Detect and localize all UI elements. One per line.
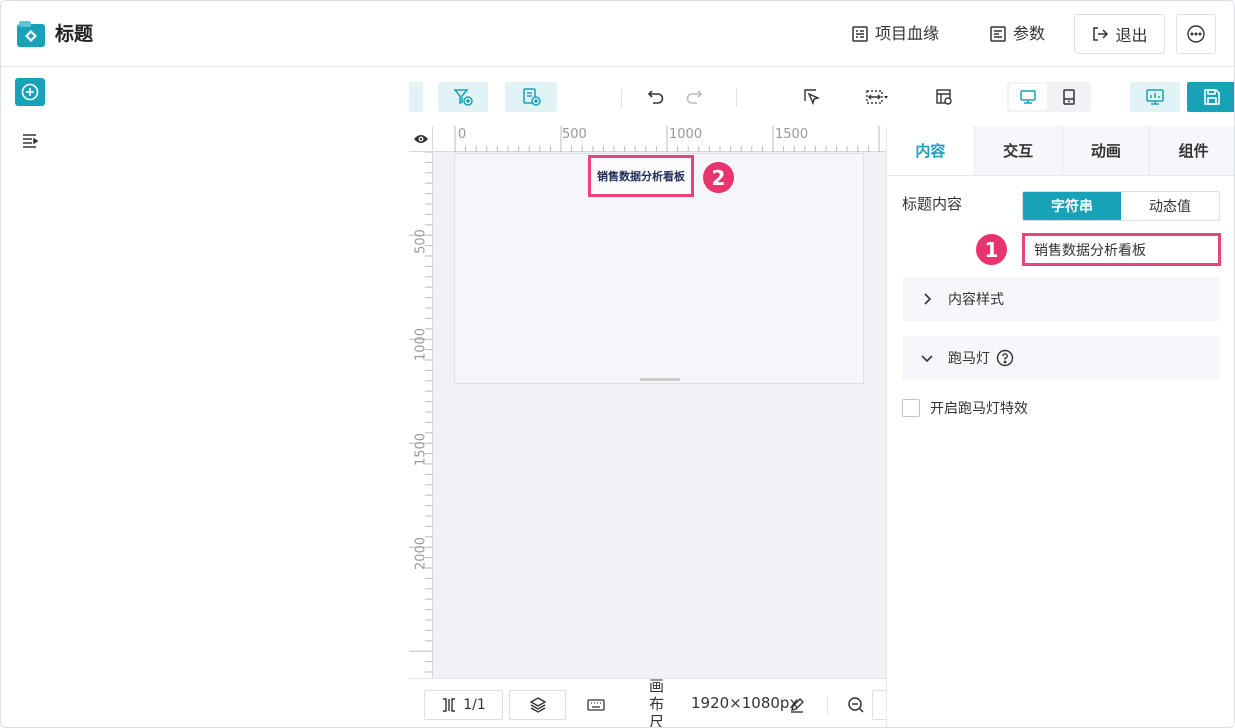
mobile-view-button[interactable] <box>1050 84 1088 110</box>
page-navigator-button[interactable]: 1/1 <box>424 690 503 720</box>
help-circle-icon[interactable] <box>996 349 1014 367</box>
tablet-icon <box>1063 89 1075 105</box>
tab-interaction[interactable]: 交互 <box>973 126 1062 175</box>
value-type-toggle: 字符串 动态值 <box>1022 191 1220 221</box>
ruler-top-label: 0 <box>458 127 467 142</box>
redo-icon <box>686 90 703 104</box>
undo-button[interactable] <box>641 82 671 112</box>
desktop-view-button[interactable] <box>1009 84 1047 110</box>
ruler-left-label: 1000 <box>413 327 429 362</box>
align-distribute-icon <box>866 90 888 104</box>
properties-tabs: 内容 交互 动画 组件 <box>887 126 1234 176</box>
marquee-checkbox[interactable] <box>902 399 920 417</box>
preview-screen-icon <box>1146 89 1164 105</box>
canvas-area[interactable]: 0 500 1000 1500 500 1000 1500 2000 销售数据分… <box>409 126 886 678</box>
chevron-down-icon <box>921 355 933 363</box>
exit-button[interactable]: 退出 <box>1074 14 1165 54</box>
canvas-bottom-bar: 1/1 画布尺寸: 1920×1080px <box>409 677 902 728</box>
title-content-label: 标题内容 <box>902 195 963 213</box>
ruler-top-label: 500 <box>562 127 587 142</box>
lineage-label: 项目血缘 <box>875 24 940 43</box>
page-footer-mark <box>640 378 680 381</box>
select-tool-button[interactable] <box>797 82 827 112</box>
content-style-section[interactable]: 内容样式 <box>902 277 1220 321</box>
marquee-label: 跑马灯 <box>948 351 990 367</box>
params-label: 参数 <box>1013 24 1046 43</box>
exit-label: 退出 <box>1115 26 1148 45</box>
save-button[interactable] <box>1187 82 1234 112</box>
properties-panel: 内容 交互 动画 组件 标题内容 字符串 动态值 1 内容样式 跑马灯 <box>886 126 1234 727</box>
marquee-section[interactable]: 跑马灯 <box>902 336 1220 380</box>
params-button[interactable]: 参数 <box>989 21 1045 47</box>
add-component-button[interactable] <box>15 78 45 106</box>
preview-button[interactable] <box>1130 82 1180 112</box>
align-dropdown-button[interactable] <box>859 82 895 112</box>
filter-add-icon <box>453 89 473 106</box>
canvas-size-value: 1920×1080px <box>691 694 799 712</box>
page-settings-icon <box>936 89 952 105</box>
lineage-button[interactable]: 项目血缘 <box>851 21 939 47</box>
toolbar-separator <box>621 89 622 107</box>
layers-button[interactable] <box>509 690 566 720</box>
header: 标题 项目血缘 参数 退出 <box>1 1 1234 67</box>
undo-icon <box>647 90 664 104</box>
exit-icon <box>1093 27 1109 41</box>
add-dataset-button[interactable] <box>505 82 557 112</box>
ruler-top-label: 1000 <box>669 127 703 142</box>
ruler-left-label: 2000 <box>413 536 429 571</box>
page-indicator: 1/1 <box>463 697 486 713</box>
annotation-badge-1: 1 <box>976 234 1007 265</box>
params-icon <box>990 26 1006 42</box>
device-toggle <box>1007 82 1091 112</box>
ruler-horizontal: 0 500 1000 1500 <box>433 126 886 152</box>
tab-animation[interactable]: 动画 <box>1061 126 1150 175</box>
ruler-top-label: 1500 <box>775 127 809 142</box>
page-title: 标题 <box>55 23 94 45</box>
lineage-icon <box>852 26 868 42</box>
save-icon <box>1203 89 1220 105</box>
page-split-icon <box>443 698 456 712</box>
canvas-size-label: 画布尺寸: <box>649 677 665 728</box>
edit-pencil-icon[interactable] <box>789 697 805 713</box>
more-icon <box>1187 25 1205 43</box>
layers-icon <box>529 697 546 713</box>
select-cursor-icon <box>804 89 821 106</box>
add-filter-button[interactable] <box>438 82 488 112</box>
toolbar <box>409 73 1234 121</box>
title-component[interactable]: 销售数据分析看板 <box>588 155 694 197</box>
canvas-page[interactable]: 销售数据分析看板 <box>454 153 864 384</box>
more-options-button[interactable] <box>1176 14 1216 54</box>
plus-circle-icon <box>21 83 39 101</box>
ruler-left-label: 500 <box>413 229 429 254</box>
app-logo-icon <box>17 21 45 47</box>
monitor-icon <box>1020 90 1036 104</box>
ruler-left-label: 1500 <box>413 432 429 467</box>
dynamic-value-option[interactable]: 动态值 <box>1121 192 1219 220</box>
string-option[interactable]: 字符串 <box>1023 192 1121 220</box>
outline-list-icon[interactable] <box>21 132 39 150</box>
ruler-visibility-toggle[interactable] <box>409 126 433 152</box>
bottombar-separator <box>827 696 828 714</box>
keyboard-icon <box>587 699 605 711</box>
tab-component[interactable]: 组件 <box>1149 126 1234 175</box>
keyboard-shortcuts-button[interactable] <box>581 690 611 720</box>
toolbar-scroll-edge <box>409 82 423 112</box>
redo-button[interactable] <box>679 82 709 112</box>
content-style-label: 内容样式 <box>948 292 1004 308</box>
marquee-checkbox-label: 开启跑马灯特效 <box>930 401 1028 417</box>
title-content-input[interactable] <box>1022 233 1221 266</box>
chevron-right-icon <box>924 293 932 305</box>
page-settings-button[interactable] <box>929 82 959 112</box>
table-add-icon <box>523 88 541 106</box>
annotation-badge-2: 2 <box>703 162 734 193</box>
eye-icon <box>413 134 428 143</box>
toolbar-separator <box>736 89 737 107</box>
app-window: 标题 项目血缘 参数 退出 0 500 1000 1500 500 1000 1… <box>0 0 1235 728</box>
ruler-horizontal-ticks <box>454 126 880 152</box>
ruler-vertical: 500 1000 1500 2000 <box>409 151 433 678</box>
marquee-checkbox-row[interactable]: 开启跑马灯特效 <box>902 398 1028 418</box>
tab-content[interactable]: 内容 <box>887 126 974 175</box>
zoom-out-icon[interactable] <box>847 696 865 714</box>
